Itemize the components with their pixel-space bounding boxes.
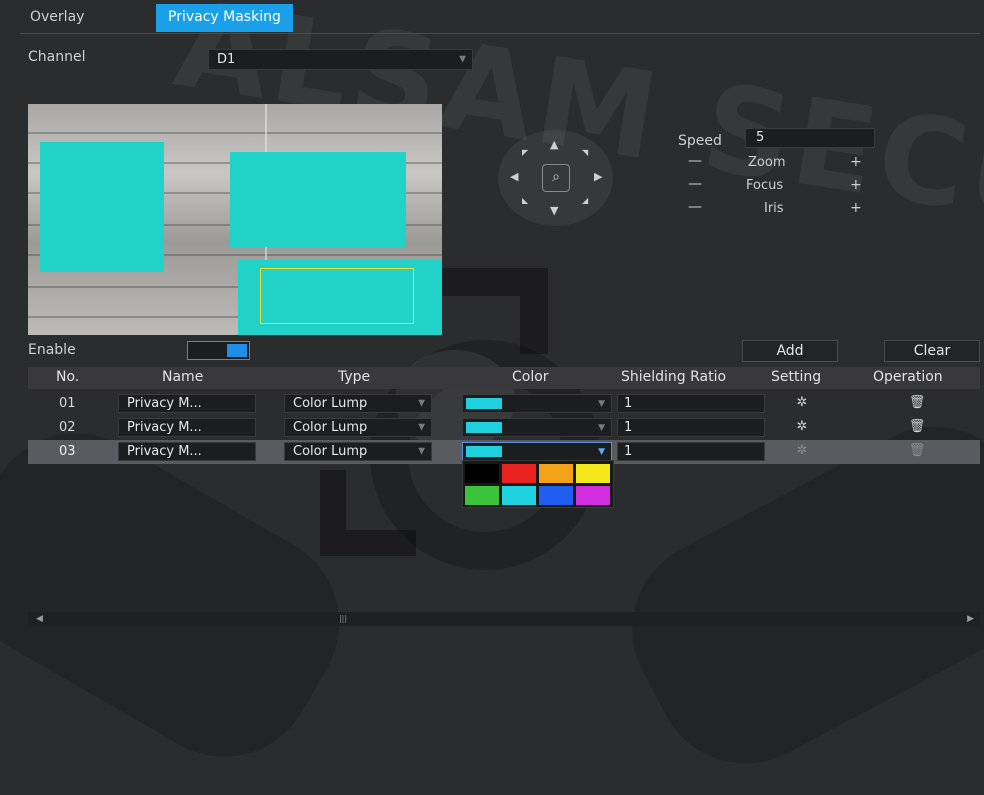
privacy-mask-region[interactable]: [230, 152, 406, 247]
gear-icon[interactable]: ✲: [792, 395, 812, 410]
privacy-mask-region-selected[interactable]: [238, 260, 442, 335]
channel-label: Channel: [28, 49, 86, 65]
palette-color-orange[interactable]: [539, 464, 573, 483]
type-value: Color Lump: [293, 420, 368, 435]
ptz-direction-pad: ▲ ▼ ◀ ▶ ◤ ◥ ◣ ◢ ⌕: [498, 130, 613, 226]
row-number: 03: [59, 444, 76, 459]
color-palette-dropdown: [462, 460, 614, 508]
chevron-down-icon: ▼: [418, 398, 425, 408]
zoom-plus-button[interactable]: +: [850, 154, 862, 170]
shielding-ratio-field[interactable]: 1: [617, 442, 765, 461]
col-operation: Operation: [873, 369, 943, 385]
zoom-minus-button[interactable]: —: [688, 153, 702, 169]
zoom-area-icon[interactable]: ⌕: [542, 164, 570, 192]
toggle-knob: [227, 344, 247, 357]
channel-select[interactable]: D1 ▼: [208, 49, 473, 70]
table-row[interactable]: 01 Privacy M... Color Lump ▼ ▼ 1 ✲ 🗑: [28, 392, 980, 416]
scroll-right-icon[interactable]: ▶: [967, 612, 974, 626]
type-select[interactable]: Color Lump ▼: [284, 394, 432, 413]
color-swatch: [466, 398, 502, 409]
iris-plus-button[interactable]: +: [850, 200, 862, 216]
arrow-downleft-icon[interactable]: ◣: [522, 196, 528, 205]
row-number: 01: [59, 396, 76, 411]
col-color: Color: [512, 369, 549, 385]
horizontal-scrollbar[interactable]: ◀ ||| ▶: [28, 612, 980, 626]
focus-plus-button[interactable]: +: [850, 177, 862, 193]
type-value: Color Lump: [293, 444, 368, 459]
add-button[interactable]: Add: [742, 340, 838, 362]
name-field[interactable]: Privacy M...: [118, 442, 256, 461]
chevron-down-icon: ▼: [418, 446, 425, 456]
shielding-ratio-field[interactable]: 1: [617, 418, 765, 437]
col-no: No.: [56, 369, 80, 385]
enable-toggle[interactable]: [187, 341, 250, 360]
arrow-upleft-icon[interactable]: ◤: [522, 148, 528, 157]
row-number: 02: [59, 420, 76, 435]
col-type: Type: [338, 369, 371, 385]
scrollbar-thumb[interactable]: |||: [328, 614, 358, 624]
enable-label: Enable: [28, 342, 76, 358]
gear-icon[interactable]: ✲: [792, 443, 812, 458]
chevron-down-icon: ▼: [598, 422, 605, 433]
trash-icon[interactable]: 🗑: [907, 395, 927, 410]
type-select[interactable]: Color Lump ▼: [284, 442, 432, 461]
chevron-down-icon: ▼: [598, 446, 605, 457]
arrow-left-icon[interactable]: ◀: [510, 170, 518, 183]
trash-icon[interactable]: 🗑: [907, 443, 927, 458]
col-name: Name: [162, 369, 204, 385]
tab-privacy-masking[interactable]: Privacy Masking: [156, 4, 293, 32]
palette-color-blue[interactable]: [539, 486, 573, 505]
arrow-upright-icon[interactable]: ◥: [582, 148, 588, 157]
chevron-down-icon: ▼: [459, 54, 466, 64]
scroll-left-icon[interactable]: ◀: [36, 612, 43, 626]
table-row[interactable]: 02 Privacy M... Color Lump ▼ ▼ 1 ✲ 🗑: [28, 416, 980, 440]
chevron-down-icon: ▼: [418, 422, 425, 432]
color-select[interactable]: ▼: [462, 442, 612, 461]
selection-frame: [260, 268, 414, 324]
type-value: Color Lump: [293, 396, 368, 411]
type-select[interactable]: Color Lump ▼: [284, 418, 432, 437]
color-swatch: [466, 422, 502, 433]
speed-label: Speed: [678, 133, 722, 149]
zoom-label: Zoom: [748, 155, 786, 170]
arrow-down-icon[interactable]: ▼: [550, 204, 558, 217]
chevron-down-icon: ▼: [598, 398, 605, 409]
privacy-mask-region[interactable]: [40, 142, 164, 272]
palette-color-magenta[interactable]: [576, 486, 610, 505]
color-swatch: [466, 446, 502, 457]
iris-minus-button[interactable]: —: [688, 199, 702, 215]
speed-input[interactable]: 5: [745, 128, 875, 148]
focus-minus-button[interactable]: —: [688, 176, 702, 192]
clear-button[interactable]: Clear: [884, 340, 980, 362]
name-field[interactable]: Privacy M...: [118, 394, 256, 413]
video-preview[interactable]: [28, 104, 442, 335]
palette-color-green[interactable]: [465, 486, 499, 505]
tab-divider: [20, 33, 980, 34]
color-select[interactable]: ▼: [462, 418, 612, 437]
color-select[interactable]: ▼: [462, 394, 612, 413]
palette-color-black[interactable]: [465, 464, 499, 483]
iris-label: Iris: [764, 201, 784, 216]
palette-color-red[interactable]: [502, 464, 536, 483]
gear-icon[interactable]: ✲: [792, 419, 812, 434]
palette-color-yellow[interactable]: [576, 464, 610, 483]
table-header: No. Name Type Color Shielding Ratio Sett…: [28, 367, 980, 389]
shielding-ratio-field[interactable]: 1: [617, 394, 765, 413]
tab-bar: Overlay Privacy Masking: [0, 0, 984, 34]
arrow-right-icon[interactable]: ▶: [594, 170, 602, 183]
arrow-downright-icon[interactable]: ◢: [582, 196, 588, 205]
name-field[interactable]: Privacy M...: [118, 418, 256, 437]
channel-select-value: D1: [217, 52, 236, 67]
arrow-up-icon[interactable]: ▲: [550, 138, 558, 151]
tab-overlay[interactable]: Overlay: [18, 4, 96, 32]
col-shielding-ratio: Shielding Ratio: [621, 369, 727, 385]
focus-label: Focus: [746, 178, 784, 193]
palette-color-cyan[interactable]: [502, 486, 536, 505]
col-setting: Setting: [771, 369, 822, 385]
trash-icon[interactable]: 🗑: [907, 419, 927, 434]
